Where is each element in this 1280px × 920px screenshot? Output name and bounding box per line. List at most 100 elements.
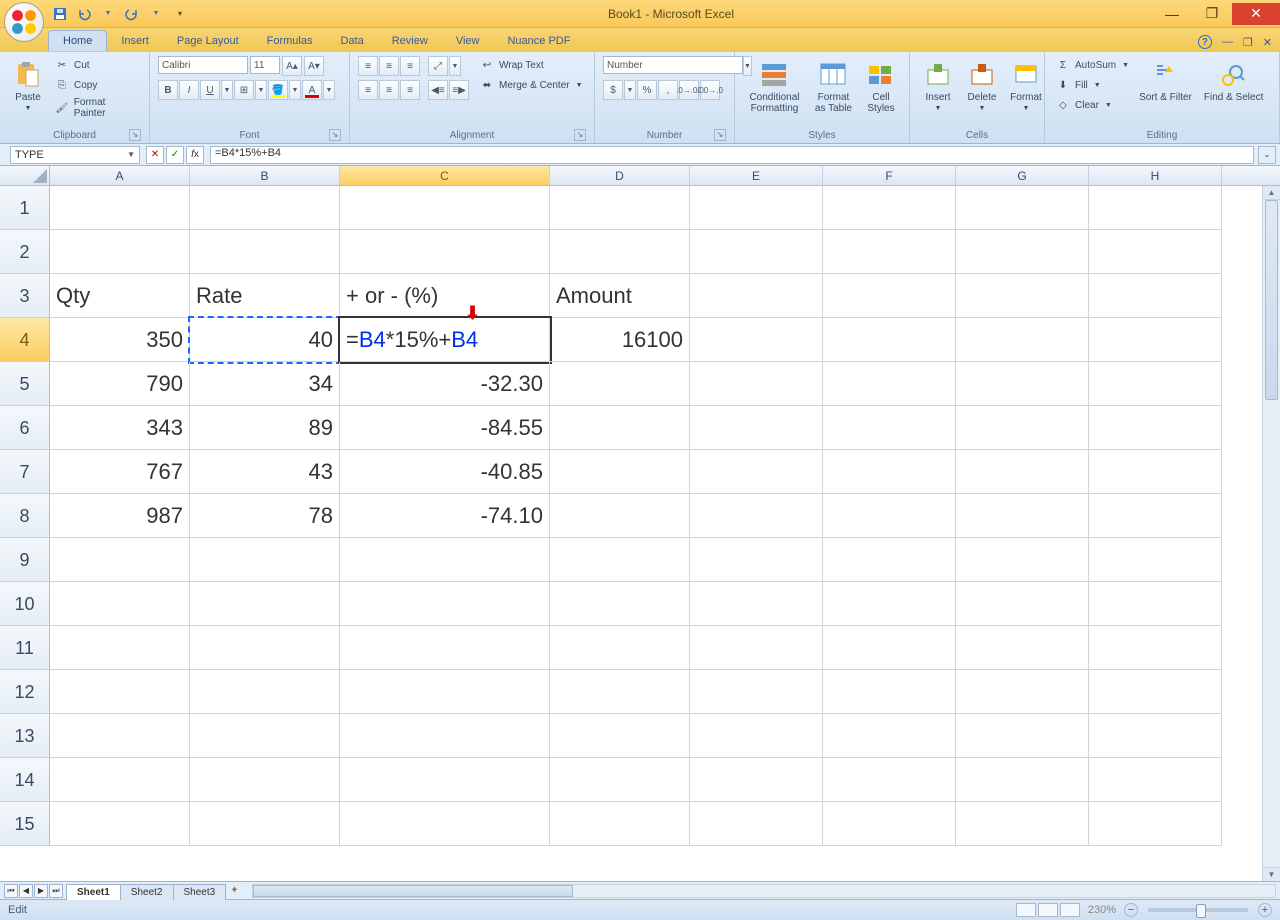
find-select-button[interactable]: Find & Select — [1200, 56, 1267, 105]
font-size-input[interactable] — [250, 56, 280, 74]
cell-G14[interactable] — [956, 758, 1089, 802]
decrease-font-icon[interactable]: A▾ — [304, 56, 324, 76]
cell-H8[interactable] — [1089, 494, 1222, 538]
cell-C4[interactable]: =B4*15%+B4⬇ — [340, 318, 550, 362]
fill-button[interactable]: ⬇Fill▼ — [1053, 76, 1131, 94]
cell-H6[interactable] — [1089, 406, 1222, 450]
cell-D10[interactable] — [550, 582, 690, 626]
qat-customize-icon[interactable]: ▾ — [170, 4, 190, 24]
cell-F13[interactable] — [823, 714, 956, 758]
conditional-formatting-button[interactable]: Conditional Formatting — [743, 56, 806, 116]
cell-F12[interactable] — [823, 670, 956, 714]
cell-D7[interactable] — [550, 450, 690, 494]
cell-H5[interactable] — [1089, 362, 1222, 406]
cell-A10[interactable] — [50, 582, 190, 626]
cell-B11[interactable] — [190, 626, 340, 670]
cell-D9[interactable] — [550, 538, 690, 582]
row-header-10[interactable]: 10 — [0, 582, 50, 626]
tab-view[interactable]: View — [442, 31, 494, 51]
cell-A14[interactable] — [50, 758, 190, 802]
formula-bar-input[interactable]: =B4*15%+B4 — [210, 146, 1254, 164]
cell-A9[interactable] — [50, 538, 190, 582]
cell-B15[interactable] — [190, 802, 340, 846]
hscroll-thumb[interactable] — [253, 885, 573, 897]
cell-C6[interactable]: -84.55 — [340, 406, 550, 450]
border-dropdown-icon[interactable]: ▼ — [255, 80, 267, 100]
cell-H13[interactable] — [1089, 714, 1222, 758]
row-header-13[interactable]: 13 — [0, 714, 50, 758]
cell-G15[interactable] — [956, 802, 1089, 846]
format-as-table-button[interactable]: Format as Table — [810, 56, 857, 116]
cell-B14[interactable] — [190, 758, 340, 802]
cell-C12[interactable] — [340, 670, 550, 714]
office-button[interactable] — [4, 2, 44, 42]
cell-H2[interactable] — [1089, 230, 1222, 274]
cell-D6[interactable] — [550, 406, 690, 450]
col-header-G[interactable]: G — [956, 166, 1089, 185]
number-format-select[interactable] — [603, 56, 743, 74]
cell-H10[interactable] — [1089, 582, 1222, 626]
zoom-in-icon[interactable]: + — [1258, 903, 1272, 917]
cell-D15[interactable] — [550, 802, 690, 846]
cell-G3[interactable] — [956, 274, 1089, 318]
cell-F1[interactable] — [823, 186, 956, 230]
cell-A11[interactable] — [50, 626, 190, 670]
underline-dropdown-icon[interactable]: ▼ — [221, 80, 233, 100]
tab-data[interactable]: Data — [326, 31, 377, 51]
align-top-icon[interactable]: ≡ — [358, 56, 378, 76]
wrap-text-button[interactable]: ↩Wrap Text — [477, 56, 585, 74]
cell-E14[interactable] — [690, 758, 823, 802]
page-break-view-icon[interactable] — [1060, 903, 1080, 917]
font-color-dropdown-icon[interactable]: ▼ — [323, 80, 335, 100]
align-bottom-icon[interactable]: ≡ — [400, 56, 420, 76]
cell-D12[interactable] — [550, 670, 690, 714]
cell-F9[interactable] — [823, 538, 956, 582]
cell-E8[interactable] — [690, 494, 823, 538]
autosum-button[interactable]: ΣAutoSum▼ — [1053, 56, 1131, 74]
expand-formula-bar-icon[interactable]: ⌄ — [1258, 146, 1276, 164]
cancel-formula-button[interactable]: ✕ — [146, 146, 164, 164]
cell-A2[interactable] — [50, 230, 190, 274]
ribbon-close-icon[interactable]: ✕ — [1263, 36, 1272, 49]
underline-button[interactable]: U — [200, 80, 220, 100]
cell-F8[interactable] — [823, 494, 956, 538]
cell-B1[interactable] — [190, 186, 340, 230]
cell-G11[interactable] — [956, 626, 1089, 670]
cell-A3[interactable]: Qty — [50, 274, 190, 318]
row-header-8[interactable]: 8 — [0, 494, 50, 538]
last-sheet-icon[interactable]: ⏭ — [49, 884, 63, 898]
cell-B6[interactable]: 89 — [190, 406, 340, 450]
maximize-button[interactable]: ❐ — [1192, 3, 1232, 25]
align-left-icon[interactable]: ≡ — [358, 80, 378, 100]
format-painter-button[interactable]: 🖌Format Painter — [52, 96, 141, 120]
sheet-tab-1[interactable]: Sheet1 — [66, 884, 121, 900]
cell-E7[interactable] — [690, 450, 823, 494]
cell-C9[interactable] — [340, 538, 550, 582]
first-sheet-icon[interactable]: ⏮ — [4, 884, 18, 898]
col-header-A[interactable]: A — [50, 166, 190, 185]
tab-home[interactable]: Home — [48, 30, 107, 51]
currency-icon[interactable]: $ — [603, 80, 623, 100]
cell-D5[interactable] — [550, 362, 690, 406]
cell-H1[interactable] — [1089, 186, 1222, 230]
increase-indent-icon[interactable]: ≡▶ — [449, 80, 469, 100]
cell-G13[interactable] — [956, 714, 1089, 758]
row-header-9[interactable]: 9 — [0, 538, 50, 582]
vertical-scrollbar[interactable]: ▲ ▼ — [1262, 186, 1280, 881]
cell-B10[interactable] — [190, 582, 340, 626]
delete-cells-button[interactable]: Delete▼ — [962, 56, 1002, 114]
align-right-icon[interactable]: ≡ — [400, 80, 420, 100]
cell-B7[interactable]: 43 — [190, 450, 340, 494]
cell-H11[interactable] — [1089, 626, 1222, 670]
orientation-dropdown-icon[interactable]: ▼ — [449, 56, 461, 76]
zoom-slider[interactable] — [1148, 908, 1248, 912]
cell-H9[interactable] — [1089, 538, 1222, 582]
format-cells-button[interactable]: Format▼ — [1006, 56, 1046, 114]
page-layout-view-icon[interactable] — [1038, 903, 1058, 917]
increase-decimal-icon[interactable]: .0→.00 — [679, 80, 699, 100]
cell-B9[interactable] — [190, 538, 340, 582]
cell-A6[interactable]: 343 — [50, 406, 190, 450]
cell-D3[interactable]: Amount — [550, 274, 690, 318]
cell-styles-button[interactable]: Cell Styles — [861, 56, 901, 116]
col-header-F[interactable]: F — [823, 166, 956, 185]
